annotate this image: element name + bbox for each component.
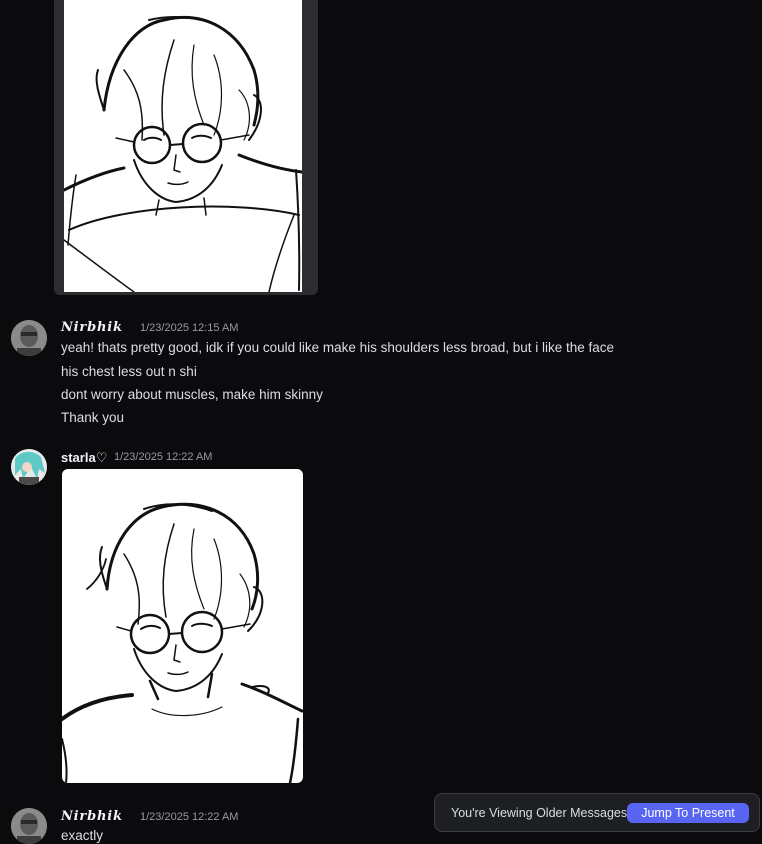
username[interactable]: starla♡ bbox=[61, 450, 107, 466]
timestamp: 1/23/2025 12:22 AM bbox=[114, 451, 213, 463]
sketch-image-previous[interactable] bbox=[64, 0, 302, 292]
jump-to-present-button[interactable]: Jump To Present bbox=[627, 803, 749, 823]
username[interactable]: 𝑵𝒊𝒓𝒃𝒉𝒊𝒌 bbox=[61, 809, 123, 824]
avatar[interactable] bbox=[11, 449, 47, 485]
timestamp: 1/23/2025 12:15 AM bbox=[140, 322, 239, 334]
message-text: his chest less out n shi bbox=[61, 364, 197, 379]
older-messages-bar: You're Viewing Older Messages Jump To Pr… bbox=[434, 793, 760, 832]
avatar[interactable] bbox=[11, 320, 47, 356]
older-messages-label: You're Viewing Older Messages bbox=[451, 806, 628, 820]
message-text: exactly bbox=[61, 828, 104, 843]
message-text: yeah! thats pretty good, idk if you coul… bbox=[61, 340, 615, 355]
message-text: dont worry about muscles, make him skinn… bbox=[61, 387, 323, 402]
message-text: Thank you bbox=[61, 410, 125, 425]
timestamp: 1/23/2025 12:22 AM bbox=[140, 811, 239, 823]
avatar[interactable] bbox=[11, 808, 47, 844]
sketch-image-attachment[interactable] bbox=[62, 469, 303, 783]
username[interactable]: 𝑵𝒊𝒓𝒃𝒉𝒊𝒌 bbox=[61, 320, 123, 335]
